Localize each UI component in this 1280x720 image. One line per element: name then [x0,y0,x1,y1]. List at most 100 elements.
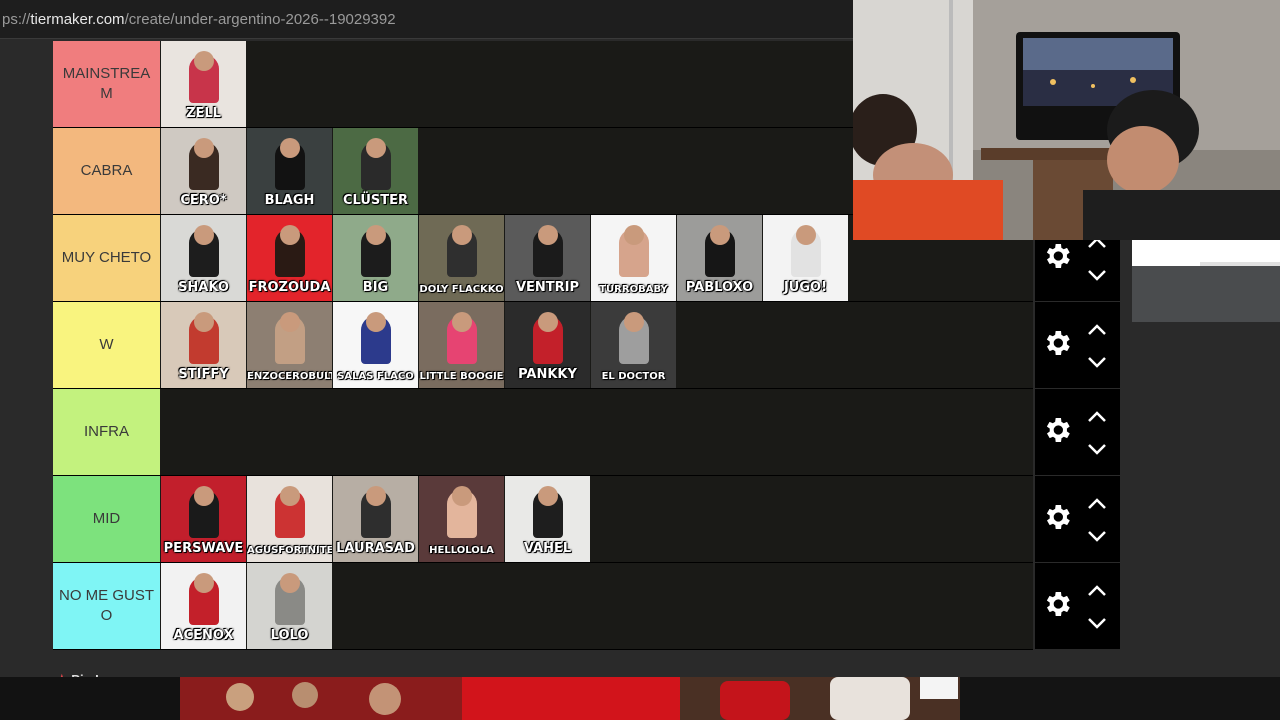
tier-label[interactable]: MAINSTREAM [53,41,160,127]
chevron-down-icon[interactable] [1087,617,1107,629]
tier-item-card[interactable]: VENTRIP [505,215,590,301]
gear-icon[interactable] [1041,501,1073,533]
artist-name: LAURASAD [336,541,415,556]
artist-name: ACENOX [173,628,234,643]
tier-item-card[interactable]: CERO* [161,128,246,214]
tier-item-card[interactable]: ACENOX [161,563,246,649]
tier-item-card[interactable]: ENZOCEROBULTO [247,302,332,388]
chevron-down-icon[interactable] [1087,356,1107,368]
tier-items: ACENOX LOLO [161,563,333,649]
gear-icon[interactable] [1041,327,1073,359]
artist-name: TURROBABY [599,284,668,295]
tier-item-card[interactable]: ZELL [161,41,246,127]
artist-photo-head [796,225,816,245]
artist-name: EL DOCTOR [601,371,666,382]
artist-name: SALAS FLACO [337,371,414,382]
artist-photo-head [280,138,300,158]
tier-item-card[interactable]: DOLY FLACKKO [419,215,504,301]
artist-name: HELLOLOLA [429,545,494,556]
artist-photo-head [194,138,214,158]
artist-photo-head [194,486,214,506]
tier-item-card[interactable]: LITTLE BOOGIE [419,302,504,388]
tier-item-card[interactable]: EL DOCTOR [591,302,676,388]
chevron-up-icon[interactable] [1087,411,1107,423]
artist-photo-head [538,486,558,506]
artist-photo-head [624,225,644,245]
chevron-down-icon[interactable] [1087,443,1107,455]
url-text[interactable]: ps://tiermaker.com/create/under-argentin… [0,11,396,28]
tier-item-card[interactable]: SHAKO [161,215,246,301]
tier-label[interactable]: INFRA [53,389,160,475]
tier-item-card[interactable]: STIFFY [161,302,246,388]
tier-label[interactable]: NO ME GUSTO [53,563,160,649]
webcam-overlay [853,0,1280,240]
gear-icon[interactable] [1041,588,1073,620]
tier-item-card[interactable]: JUGO! [763,215,848,301]
artist-photo-head [194,225,214,245]
artist-name: PERSWAVE [163,541,244,556]
artist-photo-head [280,486,300,506]
tier-items: PERSWAVE AGUSFORTNITE LAURASAD HELLOLOLA VAH… [161,476,591,562]
artist-photo-head [538,312,558,332]
webcam-side-panel [1132,240,1280,322]
artist-photo-head [452,486,472,506]
gear-icon[interactable] [1041,414,1073,446]
artist-name: PABLOXO [685,280,754,295]
tier-item-card[interactable]: AGUSFORTNITE [247,476,332,562]
artist-photo-head [280,312,300,332]
tier-item-card[interactable]: LAURASAD [333,476,418,562]
tier-items: SHAKO FROZOUDA BIG DOLY FLACKKO VENTRIP TURRO… [161,215,849,301]
tier-controls [1035,476,1120,562]
artist-name: STIFFY [178,367,229,382]
tier-controls [1035,563,1120,649]
tier-item-card[interactable]: PERSWAVE [161,476,246,562]
artist-name: ENZOCEROBULTO [247,371,332,382]
tier-item-card[interactable]: BIG [333,215,418,301]
tier-item-card[interactable]: HELLOLOLA [419,476,504,562]
artist-photo-head [280,225,300,245]
artist-photo-head [280,573,300,593]
artist-name: CLÜSTER [342,193,409,208]
tier-item-card[interactable]: PABLOXO [677,215,762,301]
tier-item-card[interactable]: TURROBABY [591,215,676,301]
artist-name: DOLY FLACKKO [419,284,504,295]
artist-name: CERO* [180,193,227,208]
artist-name: ZELL [186,106,221,121]
tier-label[interactable]: MID [53,476,160,562]
chevron-down-icon[interactable] [1087,269,1107,281]
artist-name: VAHEL [523,541,572,556]
tier-item-card[interactable]: PANKKY [505,302,590,388]
artist-photo-head [366,312,386,332]
artist-photo-head [538,225,558,245]
tier-item-card[interactable]: BLAGH [247,128,332,214]
tier-row: NO ME GUSTO ACENOX LOLO [53,563,1033,650]
tier-label[interactable]: W [53,302,160,388]
artist-photo-head [366,225,386,245]
artist-photo-head [452,225,472,245]
tier-item-card[interactable]: SALAS FLACO [333,302,418,388]
chevron-up-icon[interactable] [1087,324,1107,336]
tier-item-card[interactable]: LOLO [247,563,332,649]
artist-photo-head [194,573,214,593]
tier-items: CERO* BLAGH CLÜSTER [161,128,419,214]
tier-item-card[interactable]: FROZOUDA [247,215,332,301]
artist-name: SHAKO [178,280,229,295]
address-bar[interactable]: ps://tiermaker.com/create/under-argentin… [0,0,853,39]
artist-name: FROZOUDA [248,280,331,295]
tier-row: MID PERSWAVE AGUSFORTNITE LAURASAD HELLOLOLA… [53,476,1033,563]
tier-controls [1035,302,1120,388]
artist-photo-head [710,225,730,245]
tier-items: ZELL [161,41,247,127]
chevron-up-icon[interactable] [1087,585,1107,597]
gear-icon[interactable] [1041,240,1073,272]
tier-label[interactable]: CABRA [53,128,160,214]
artist-photo-head [624,312,644,332]
tier-item-card[interactable]: CLÜSTER [333,128,418,214]
tier-label[interactable]: MUY CHETO [53,215,160,301]
ad-banner[interactable] [0,677,1280,720]
chevron-up-icon[interactable] [1087,498,1107,510]
artist-name: BIG [362,280,389,295]
chevron-down-icon[interactable] [1087,530,1107,542]
tier-item-card[interactable]: VAHEL [505,476,590,562]
tier-items: STIFFY ENZOCEROBULTO SALAS FLACO LITTLE BOO… [161,302,677,388]
